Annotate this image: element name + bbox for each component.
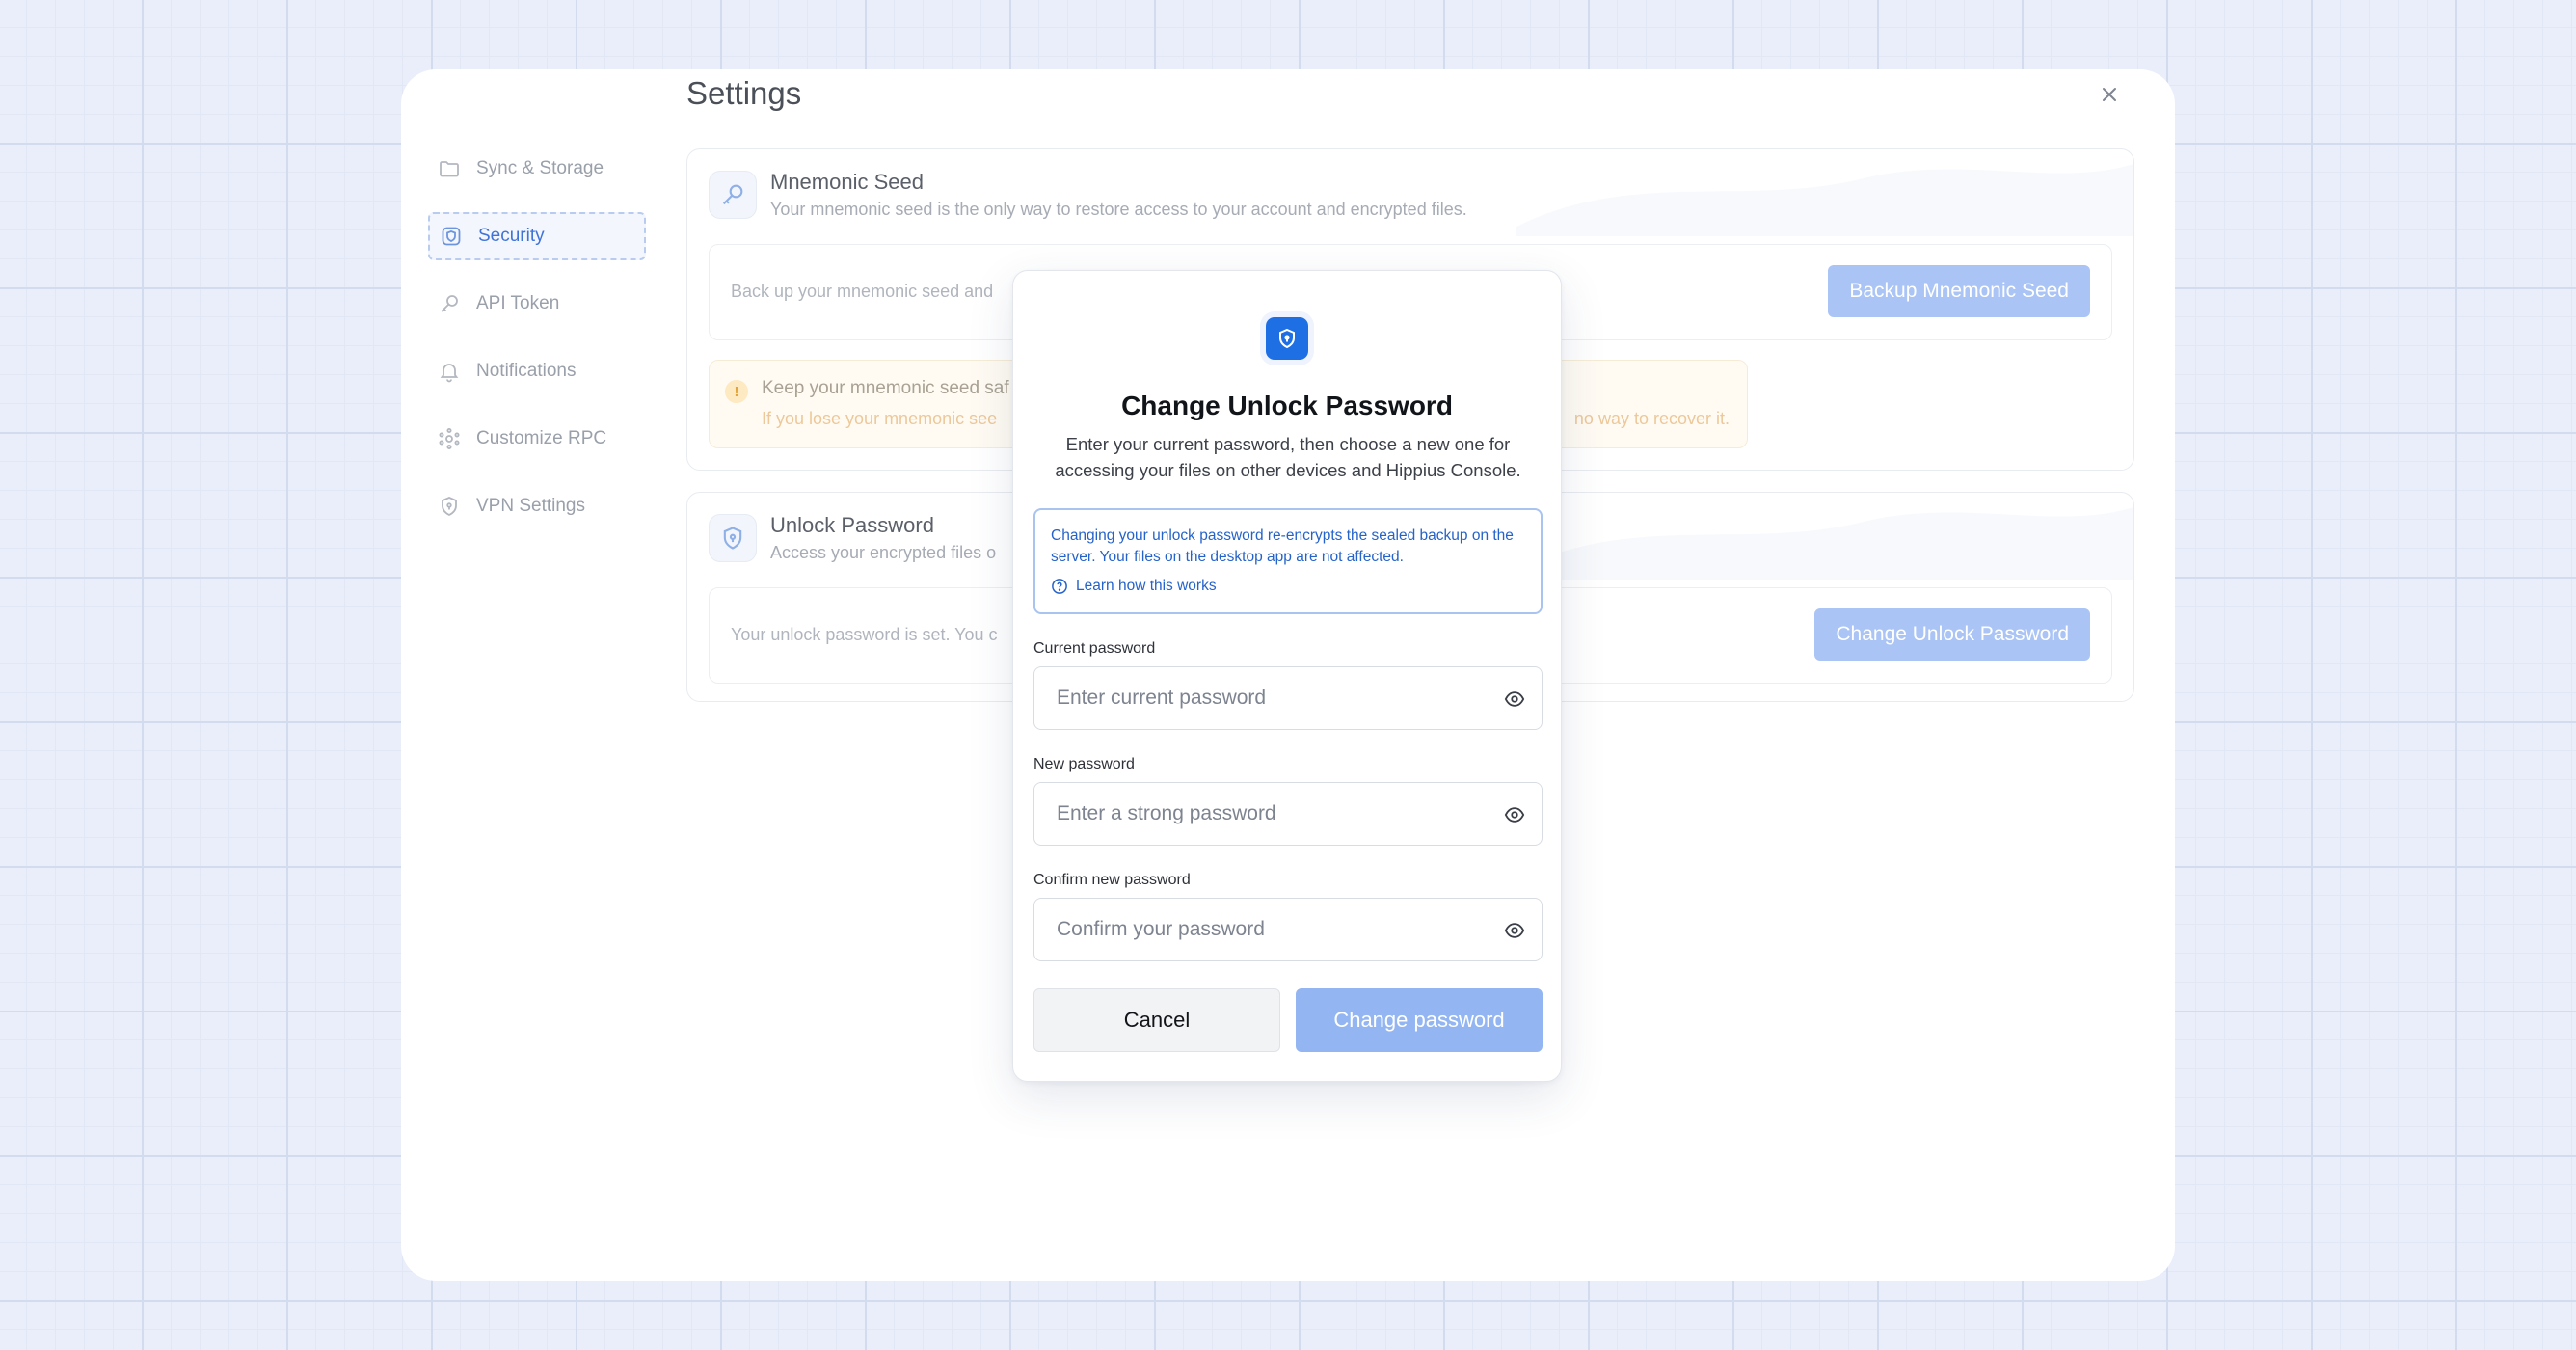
sidebar-item-label: Security [478, 226, 545, 246]
shield-lock-icon [1279, 328, 1295, 349]
change-password-button[interactable]: Change password [1296, 988, 1543, 1052]
key-icon [441, 295, 458, 312]
mnemonic-subtitle: Your mnemonic seed is the only way to re… [770, 200, 1467, 219]
new-password-input[interactable] [1034, 783, 1478, 845]
sidebar-item-label: VPN Settings [476, 496, 585, 516]
network-icon [439, 427, 460, 449]
warning-icon: ! [725, 380, 748, 403]
current-password-input[interactable] [1034, 667, 1478, 729]
mnemonic-backup-text: Back up your mnemonic seed and [731, 282, 994, 301]
sidebar-item-sync-storage[interactable]: Sync & Storage [428, 145, 646, 193]
warning-title: Keep your mnemonic seed saf [762, 378, 1009, 398]
sidebar-item-label: Notifications [476, 361, 577, 381]
learn-more-link[interactable]: Learn how this works [1051, 578, 1217, 595]
dialog-icon-box [1266, 317, 1308, 360]
unlock-subtitle: Access your encrypted files o [770, 543, 997, 562]
new-password-field [1033, 782, 1543, 846]
page-title: Settings [686, 75, 802, 111]
eye-icon [1504, 807, 1525, 823]
decorative-wave [1516, 507, 2133, 580]
sidebar-item-label: Sync & Storage [476, 158, 604, 178]
decorative-wave [1516, 164, 2133, 236]
sidebar-item-notifications[interactable]: Notifications [428, 347, 646, 395]
mnemonic-icon-box [709, 171, 757, 219]
sidebar-item-label: API Token [476, 293, 560, 313]
settings-sidebar: Sync & Storage Security API Token Notifi… [428, 145, 646, 550]
sidebar-item-security[interactable]: Security [428, 212, 646, 260]
unlock-status-text: Your unlock password is set. You c [731, 625, 998, 644]
info-notice: Changing your unlock password re-encrypt… [1033, 508, 1543, 614]
confirm-password-field [1033, 898, 1543, 961]
backup-mnemonic-button[interactable]: Backup Mnemonic Seed [1828, 265, 2090, 317]
key-icon [722, 184, 743, 205]
info-text: Changing your unlock password re-encrypt… [1051, 527, 1514, 565]
shield-icon [442, 227, 461, 246]
warning-body-end: no way to recover it. [1573, 409, 1730, 428]
sidebar-item-customize-rpc[interactable]: Customize RPC [428, 415, 646, 463]
warning-body: If you lose your mnemonic see [762, 409, 998, 428]
dialog-description: Enter your current password, then choose… [1055, 434, 1521, 480]
unlock-icon-box [709, 514, 757, 562]
change-unlock-password-button[interactable]: Change Unlock Password [1814, 608, 2090, 661]
dialog-title: Change Unlock Password [1121, 391, 1453, 420]
shield-lock-icon [442, 497, 457, 517]
help-circle-icon [1052, 579, 1067, 594]
confirm-password-label: Confirm new password [1033, 872, 1191, 888]
sidebar-item-label: Customize RPC [476, 428, 607, 448]
confirm-password-input[interactable] [1034, 899, 1478, 960]
mnemonic-title: Mnemonic Seed [770, 170, 924, 194]
unlock-title: Unlock Password [770, 513, 934, 537]
new-password-label: New password [1033, 756, 1135, 772]
eye-icon [1504, 923, 1525, 938]
folder-icon [440, 161, 459, 177]
current-password-label: Current password [1033, 640, 1156, 657]
close-icon [2103, 88, 2116, 101]
shield-lock-icon [723, 526, 742, 550]
cancel-button[interactable]: Cancel [1033, 988, 1280, 1052]
toggle-visibility-button[interactable] [1501, 686, 1528, 713]
change-password-dialog: Change Unlock Password Enter your curren… [1012, 270, 1562, 1082]
sidebar-item-vpn-settings[interactable]: VPN Settings [428, 482, 646, 530]
sidebar-item-api-token[interactable]: API Token [428, 280, 646, 328]
bell-icon [440, 364, 459, 383]
current-password-field [1033, 666, 1543, 730]
close-button[interactable] [2082, 68, 2136, 122]
toggle-visibility-button[interactable] [1501, 917, 1528, 944]
eye-icon [1504, 691, 1525, 707]
toggle-visibility-button[interactable] [1501, 801, 1528, 828]
learn-more-label: Learn how this works [1076, 578, 1217, 594]
